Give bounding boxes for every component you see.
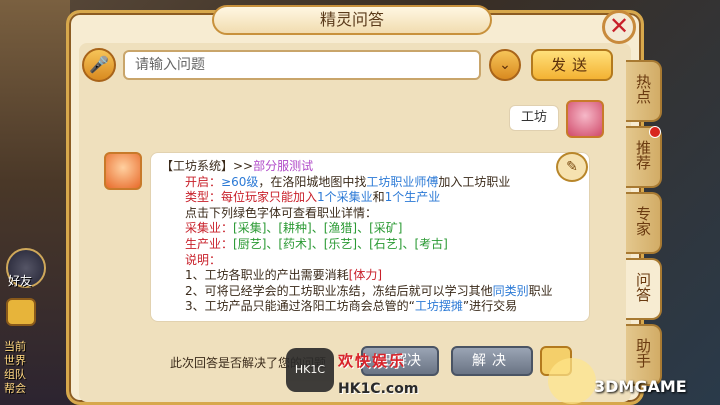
- friend-label: 好友: [8, 274, 33, 288]
- watermark-site: 3DMGAME: [594, 377, 687, 396]
- answer-line: 类型：每位玩家只能加入1个采集业和1个生产业: [161, 190, 579, 206]
- answer-line: 说明：: [185, 252, 222, 267]
- answer-text: ，在洛阳城地图中找: [258, 174, 367, 189]
- answer-line: 1、工坊各职业的产出需要消耗[体力]: [161, 268, 579, 284]
- answer-line: 2、可将已经学会的工坊职业冻结，冻结后就可以学习其他同类别职业: [161, 284, 579, 300]
- answer-text: 2、可将已经学会的工坊职业冻结，冻结后就可以学习其他: [185, 283, 493, 298]
- watermark-text: 欢快娱乐: [338, 352, 407, 370]
- send-button[interactable]: 发送: [531, 49, 613, 81]
- answer-line: 3、工坊产品只能通过洛阳工坊商会总管的“工坊摆摊”进行交易: [161, 299, 579, 315]
- tab-expert[interactable]: 专家: [626, 192, 662, 254]
- user-message: 工坊: [509, 105, 559, 131]
- answer-label: 采集业：: [185, 221, 234, 236]
- tab-label: 专家: [634, 206, 652, 236]
- stall-link[interactable]: 工坊摆摊: [415, 299, 463, 313]
- answer-line: 开启：≥60级，在洛阳城地图中找工坊职业师傅加入工坊职业: [161, 175, 579, 191]
- category-link[interactable]: 1个采集业: [317, 190, 373, 204]
- chat-line: 帮会: [4, 382, 26, 395]
- gather-jobs-links[interactable]: [采集]、[耕种]、[渔猎]、[采矿]: [233, 221, 402, 235]
- panel-title: 精灵问答: [212, 5, 492, 35]
- answer-text: 3、工坊产品只能通过洛阳工坊商会总管的“: [185, 299, 415, 314]
- tab-qa[interactable]: 问答: [626, 258, 662, 320]
- answer-tag: 部分服测试: [253, 159, 314, 173]
- not-solved-button[interactable]: 解决: [451, 346, 533, 376]
- answer-label: 生产业：: [185, 236, 234, 251]
- user-avatar: [566, 100, 604, 138]
- microphone-icon[interactable]: 🎤: [82, 48, 116, 82]
- answer-text: 【工坊系统】>>: [161, 159, 254, 173]
- same-category-link[interactable]: 同类别: [493, 284, 529, 298]
- craft-jobs-links[interactable]: [厨艺]、[药术]、[乐艺]、[石艺]、[考古]: [233, 237, 448, 251]
- answer-text: ”进行交易: [462, 299, 518, 314]
- stamina-link[interactable]: [体力]: [349, 268, 382, 282]
- answer-text: 职业: [528, 283, 553, 298]
- watermark-url: HK1C.com: [338, 381, 419, 397]
- tab-hot[interactable]: 热点: [626, 60, 662, 122]
- tab-label: 热点: [634, 74, 652, 104]
- answer-line: 【工坊系统】>>部分服测试: [161, 159, 579, 175]
- watermark-duck-icon: [548, 358, 596, 404]
- chat-icon[interactable]: [6, 298, 36, 326]
- answer-text: 1、工坊各职业的产出需要消耗: [185, 268, 349, 283]
- chat-line: 当前: [4, 340, 26, 353]
- question-input[interactable]: 请输入问题: [123, 50, 481, 80]
- notification-badge: [649, 126, 661, 138]
- answer-line: 采集业：[采集]、[耕种]、[渔猎]、[采矿]: [161, 221, 579, 237]
- answer-line: 点击下列绿色字体可查看职业详情：: [185, 205, 378, 220]
- close-button[interactable]: ✕: [602, 10, 636, 44]
- chat-line: 世界: [4, 354, 26, 367]
- chevron-down-icon[interactable]: ⌄: [489, 49, 521, 81]
- spirit-avatar: [104, 152, 142, 190]
- chat-channel-list: 当前 世界 组队 帮会: [4, 340, 64, 396]
- npc-link[interactable]: 工坊职业师傅: [366, 175, 438, 189]
- tab-label: 问答: [634, 272, 652, 302]
- answer-line: 生产业：[厨艺]、[药术]、[乐艺]、[石艺]、[考古]: [161, 237, 579, 253]
- category-link[interactable]: 1个生产业: [385, 190, 441, 204]
- answer-bubble: 【工坊系统】>>部分服测试 开启：≥60级，在洛阳城地图中找工坊职业师傅加入工坊…: [150, 152, 590, 322]
- bookmark-icon[interactable]: ✎: [556, 152, 588, 182]
- answer-text: 加入工坊职业: [438, 174, 511, 189]
- answer-text: 和: [372, 190, 385, 205]
- answer-label: 开启：: [185, 174, 222, 189]
- chat-line: 组队: [4, 368, 26, 381]
- watermark-logo-icon: HK1C: [286, 348, 334, 392]
- answer-level: ≥60级: [221, 174, 259, 189]
- tab-label: 助手: [634, 338, 652, 368]
- tab-label: 推荐: [634, 140, 652, 170]
- answer-text: 类型：每位玩家只能加入: [185, 190, 318, 205]
